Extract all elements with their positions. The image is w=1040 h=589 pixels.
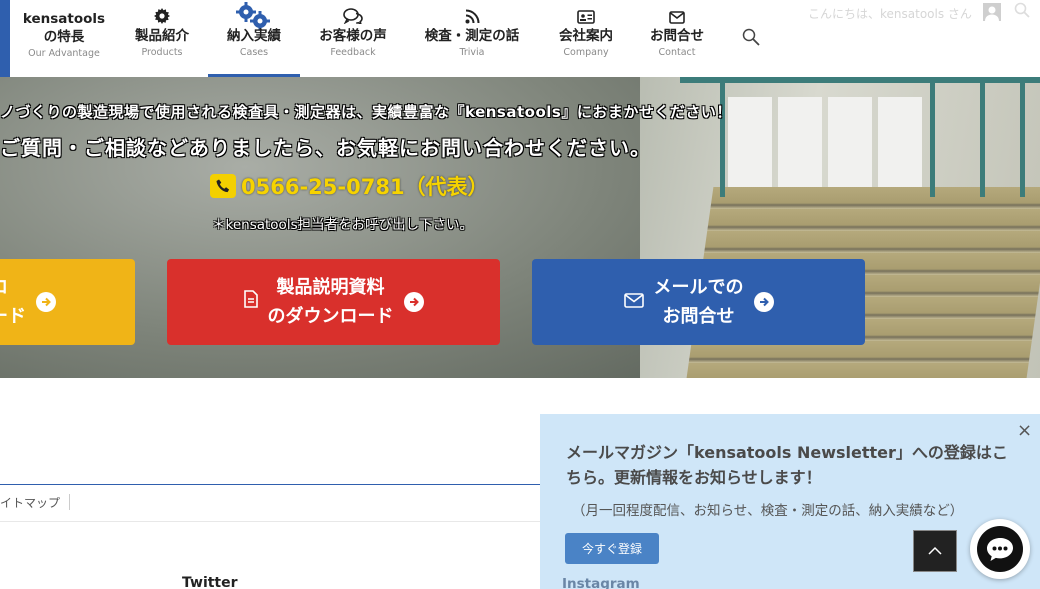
arrow-circle-icon: [403, 292, 424, 312]
cta-yellow-line1: ロ: [0, 273, 26, 302]
arrow-circle-icon: [36, 292, 56, 312]
chevron-up-icon: [928, 546, 942, 555]
cta-red-line1: 製品説明資料: [276, 277, 385, 298]
nav-advantage-en: Our Advantage: [28, 48, 100, 59]
nav-advantage-line1: kensatools: [22, 11, 106, 27]
nav-item-advantage[interactable]: kensatools の特長 Our Advantage: [22, 10, 106, 60]
nav-products-en: Products: [141, 47, 183, 58]
email-inquiry-button[interactable]: メールでの お問合せ: [532, 259, 865, 345]
document-icon: [243, 288, 258, 317]
hero-banner: ノづくりの製造現場で使用される検査具・測定器は、実績豊富な『kensatools…: [0, 77, 1040, 378]
hero-railing-image: [680, 77, 1040, 197]
search-icon[interactable]: [742, 28, 760, 50]
nav-item-feedback[interactable]: お客様の声 Feedback: [308, 0, 398, 77]
user-greeting: こんにちは、kensatools さん: [808, 7, 972, 21]
chat-bubbles-icon: [308, 0, 398, 24]
phone-contact[interactable]: 0566-25-0781（代表）: [210, 171, 489, 201]
product-docs-download-button[interactable]: 製品説明資料 のダウンロード: [167, 259, 500, 345]
arrow-circle-icon: [753, 292, 774, 312]
nav-contact-en: Contact: [658, 47, 696, 58]
sitemap-link[interactable]: イトマップ: [0, 494, 60, 511]
nav-cases-label: 納入実績: [227, 28, 281, 44]
phone-icon: [210, 174, 236, 198]
hero-subheadline: ご質問・ご相談などありましたら、お気軽にお問い合わせください。: [0, 136, 651, 160]
catalog-download-button[interactable]: ロ ード: [0, 259, 135, 345]
envelope-icon: [640, 0, 714, 24]
cta-blue-line2: お問合せ: [662, 306, 735, 327]
nav-trivia-en: Trivia: [459, 47, 485, 58]
footer-divider: [0, 484, 540, 485]
nav-feedback-label: お客様の声: [319, 28, 387, 44]
nav-cases-en: Cases: [239, 47, 269, 58]
newsletter-subtitle: （月一回程度配信、お知らせ、検査・測定の話、納入実績など）: [572, 503, 964, 519]
envelope-icon: [623, 288, 644, 317]
avatar[interactable]: [983, 3, 1001, 21]
footer-link-separator: [69, 494, 70, 510]
close-icon[interactable]: ×: [1017, 420, 1032, 441]
nav-item-company[interactable]: 会社案内 Company: [548, 0, 624, 77]
nav-item-products[interactable]: 製品紹介 Products: [124, 0, 200, 77]
cta-yellow-line2: ード: [0, 306, 26, 327]
gear-icon: [124, 0, 200, 24]
newsletter-title: メールマガジン「kensatools Newsletter」への登録はこちら。更…: [566, 443, 1008, 487]
nav-advantage-line2: の特長: [43, 29, 85, 45]
nav-products-label: 製品紹介: [135, 28, 189, 44]
footer-divider-light: [0, 521, 540, 522]
nav-company-label: 会社案内: [559, 28, 613, 44]
chat-icon: [977, 526, 1023, 572]
phone-number: 0566-25-0781（代表）: [241, 175, 489, 199]
nav-trivia-label: 検査・測定の話: [424, 28, 520, 44]
id-card-icon: [548, 0, 624, 24]
chat-widget-button[interactable]: [970, 519, 1030, 579]
subscribe-button[interactable]: 今すぐ登録: [565, 533, 659, 564]
cta-red-line2: のダウンロード: [267, 306, 394, 327]
nav-item-cases[interactable]: 納入実績 Cases: [208, 0, 300, 77]
nav-feedback-en: Feedback: [330, 47, 376, 58]
top-navigation: kensatools の特長 Our Advantage 製品紹介 Produc…: [0, 0, 1040, 77]
nav-item-trivia[interactable]: 検査・測定の話 Trivia: [414, 0, 530, 77]
hero-headline: ノづくりの製造現場で使用される検査具・測定器は、実績豊富な『kensatools…: [0, 103, 732, 121]
nav-accent-bar: [0, 0, 10, 77]
nav-contact-label: お問合せ: [650, 28, 704, 44]
twitter-heading: Twitter: [182, 575, 238, 589]
hero-note: ＊kensatools担当者をお呼び出し下さい。: [212, 217, 474, 233]
scroll-to-top-button[interactable]: [913, 530, 957, 572]
instagram-heading: Instagram: [562, 576, 640, 589]
nav-company-en: Company: [563, 47, 609, 58]
rss-icon: [414, 0, 530, 24]
nav-item-contact[interactable]: お問合せ Contact: [640, 0, 714, 77]
gears-icon: [208, 0, 300, 30]
cta-blue-line1: メールでの: [653, 277, 744, 298]
admin-search-icon[interactable]: [1014, 2, 1030, 22]
